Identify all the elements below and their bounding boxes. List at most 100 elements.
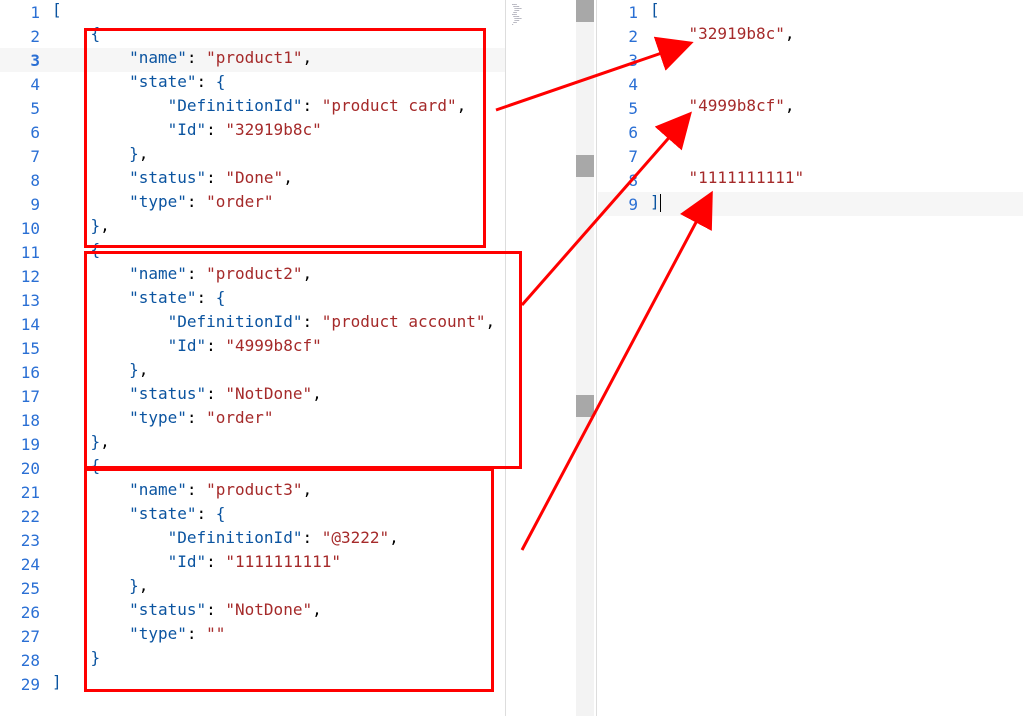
left-code-lines[interactable]: 1[2 {3 "name": "product1",4 "state": {5 … [0,0,505,696]
left-line[interactable]: 4 "state": { [0,72,505,96]
line-number: 20 [0,459,52,478]
left-line[interactable]: 8 "status": "Done", [0,168,505,192]
left-line[interactable]: 16 }, [0,360,505,384]
line-number: 21 [0,483,52,502]
line-number: 2 [598,27,650,46]
left-line[interactable]: 22 "state": { [0,504,505,528]
line-number: 3 [598,51,650,70]
code-content[interactable]: "32919b8c", [650,24,1023,48]
left-line[interactable]: 24 "Id": "1111111111" [0,552,505,576]
code-content[interactable]: "status": "Done", [52,168,505,192]
code-content[interactable]: }, [52,144,505,168]
right-line[interactable]: 6 [598,120,1023,144]
left-line[interactable]: 27 "type": "" [0,624,505,648]
left-line[interactable]: 11 { [0,240,505,264]
left-line[interactable]: 5 "DefinitionId": "product card", [0,96,505,120]
code-content[interactable]: "type": "order" [52,408,505,432]
code-content[interactable] [650,144,1023,168]
code-content[interactable]: { [52,24,505,48]
right-editor-pane[interactable]: 1[2 "32919b8c",345 "4999b8cf",678 "11111… [598,0,1023,716]
code-content[interactable]: "state": { [52,504,505,528]
code-content[interactable]: { [52,240,505,264]
line-number: 24 [0,555,52,574]
left-line[interactable]: 19 }, [0,432,505,456]
left-line[interactable]: 13 "state": { [0,288,505,312]
code-content[interactable]: "type": "order" [52,192,505,216]
code-content[interactable]: ] [650,192,1023,216]
left-line[interactable]: 29] [0,672,505,696]
code-content[interactable]: "status": "NotDone", [52,384,505,408]
left-line[interactable]: 3 "name": "product1", [0,48,505,72]
code-content[interactable]: "Id": "32919b8c" [52,120,505,144]
line-number: 1 [0,3,52,22]
line-number: 7 [598,147,650,166]
left-line[interactable]: 14 "DefinitionId": "product account", [0,312,505,336]
line-number: 19 [0,435,52,454]
code-content[interactable]: }, [52,360,505,384]
code-content[interactable]: "4999b8cf", [650,96,1023,120]
line-number: 4 [598,75,650,94]
code-content[interactable]: "name": "product3", [52,480,505,504]
code-content[interactable]: "status": "NotDone", [52,600,505,624]
line-number: 1 [598,3,650,22]
code-content[interactable]: "DefinitionId": "@3222", [52,528,505,552]
code-content[interactable] [650,72,1023,96]
left-line[interactable]: 26 "status": "NotDone", [0,600,505,624]
left-editor-pane[interactable]: 1[2 {3 "name": "product1",4 "state": {5 … [0,0,506,716]
line-number: 28 [0,651,52,670]
line-number: 22 [0,507,52,526]
scrollbar-slab[interactable] [576,0,594,716]
code-content[interactable]: [ [650,0,1023,24]
left-line[interactable]: 15 "Id": "4999b8cf" [0,336,505,360]
right-line[interactable]: 2 "32919b8c", [598,24,1023,48]
code-content[interactable]: "name": "product1", [52,48,505,72]
code-content[interactable]: { [52,456,505,480]
right-line[interactable]: 8 "1111111111" [598,168,1023,192]
left-line[interactable]: 12 "name": "product2", [0,264,505,288]
code-content[interactable]: "name": "product2", [52,264,505,288]
left-line[interactable]: 2 { [0,24,505,48]
code-content[interactable]: "type": "" [52,624,505,648]
left-line[interactable]: 7 }, [0,144,505,168]
left-line[interactable]: 28 } [0,648,505,672]
right-line[interactable]: 1[ [598,0,1023,24]
code-content[interactable] [650,120,1023,144]
left-line[interactable]: 21 "name": "product3", [0,480,505,504]
left-line[interactable]: 1[ [0,0,505,24]
right-line[interactable]: 4 [598,72,1023,96]
line-number: 7 [0,147,52,166]
code-content[interactable]: "DefinitionId": "product card", [52,96,505,120]
right-line[interactable]: 7 [598,144,1023,168]
line-number: 6 [598,123,650,142]
right-code-lines[interactable]: 1[2 "32919b8c",345 "4999b8cf",678 "11111… [598,0,1023,216]
code-content[interactable]: [ [52,0,505,24]
left-line[interactable]: 23 "DefinitionId": "@3222", [0,528,505,552]
right-line[interactable]: 9] [598,192,1023,216]
left-line[interactable]: 9 "type": "order" [0,192,505,216]
code-content[interactable]: }, [52,216,505,240]
right-line[interactable]: 5 "4999b8cf", [598,96,1023,120]
left-line[interactable]: 18 "type": "order" [0,408,505,432]
code-content[interactable]: }, [52,432,505,456]
left-line[interactable]: 10 }, [0,216,505,240]
code-content[interactable]: "DefinitionId": "product account", [52,312,505,336]
code-content[interactable]: ] [52,672,505,696]
code-content[interactable]: "state": { [52,72,505,96]
right-line[interactable]: 3 [598,48,1023,72]
left-line[interactable]: 17 "status": "NotDone", [0,384,505,408]
code-content[interactable]: "1111111111" [650,168,1023,192]
diff-marker [576,155,594,177]
diff-marker [576,395,594,417]
left-line[interactable]: 25 }, [0,576,505,600]
code-content[interactable] [650,48,1023,72]
code-content[interactable]: } [52,648,505,672]
left-line[interactable]: 20 { [0,456,505,480]
code-content[interactable]: }, [52,576,505,600]
line-number: 16 [0,363,52,382]
left-line[interactable]: 6 "Id": "32919b8c" [0,120,505,144]
code-content[interactable]: "Id": "4999b8cf" [52,336,505,360]
diff-marker [576,0,594,22]
code-content[interactable]: "state": { [52,288,505,312]
line-number: 11 [0,243,52,262]
code-content[interactable]: "Id": "1111111111" [52,552,505,576]
